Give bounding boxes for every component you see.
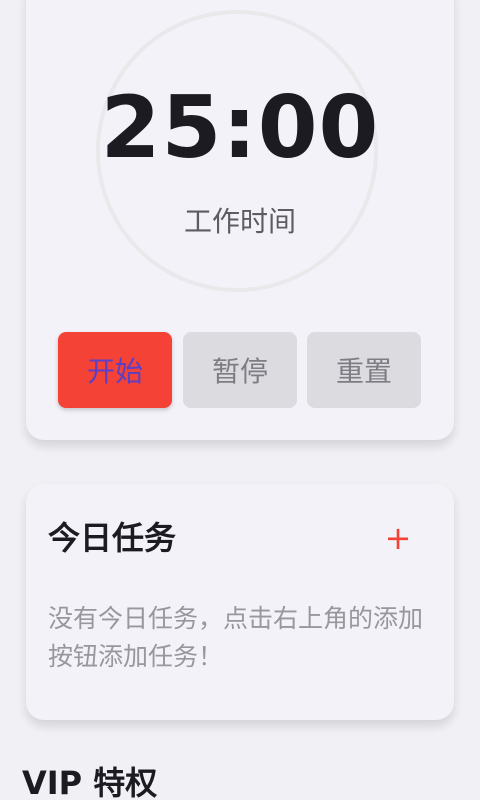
pause-button[interactable]: 暂停 [183, 332, 297, 408]
timer-mode-label: 工作时间 [183, 205, 296, 238]
start-button[interactable]: 开始 [58, 332, 172, 408]
add-task-icon[interactable]: + [378, 516, 418, 560]
empty-tasks-message: 没有今日任务，点击右上角的添加按钮添加任务！ [48, 604, 424, 671]
vip-section-title: VIP 特权 [22, 764, 158, 800]
reset-button[interactable]: 重置 [307, 332, 421, 408]
app-screen: 25:00 工作时间 开始 暂停 重置 今日任务 + 没有今日任务，点击右上角的… [0, 0, 480, 800]
timer-display: 25:00 [100, 78, 380, 178]
today-tasks-title: 今日任务 [48, 519, 177, 557]
today-tasks-card: 今日任务 + 没有今日任务，点击右上角的添加按钮添加任务！ [26, 484, 454, 720]
timer-card: 25:00 工作时间 开始 暂停 重置 [26, 0, 454, 440]
